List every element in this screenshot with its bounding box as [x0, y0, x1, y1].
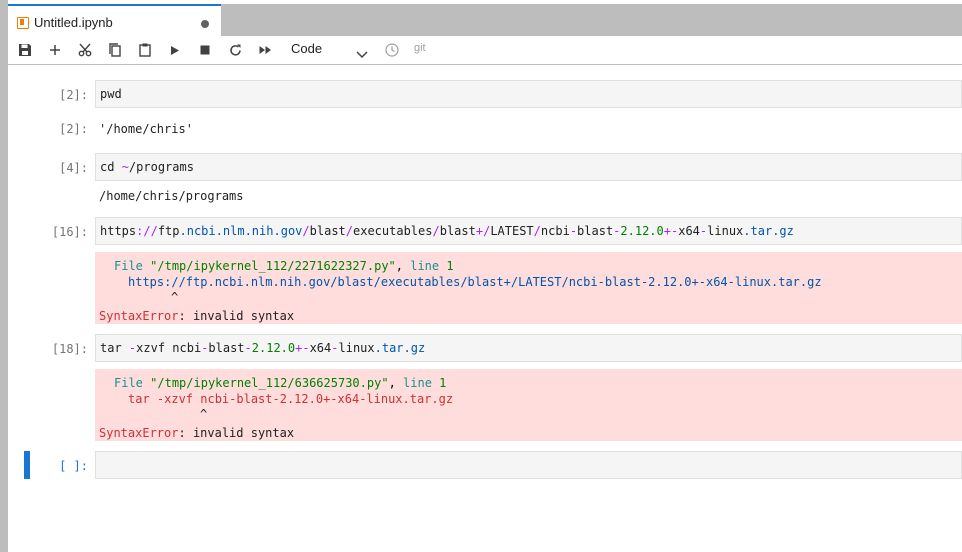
- cell-output: '/home/chris': [99, 122, 193, 136]
- tab-bar: Untitled.ipynb: [8, 4, 962, 36]
- traceback-caret: ^: [171, 290, 179, 304]
- fast-forward-icon[interactable]: [255, 40, 275, 60]
- code-text: https://ftp.ncbi.nlm.nih.gov/blast/execu…: [100, 224, 794, 238]
- code-cell-input-active[interactable]: [95, 451, 962, 479]
- stop-icon[interactable]: [195, 40, 215, 60]
- left-sidebar-strip: [0, 0, 8, 552]
- input-prompt: [18]:: [51, 342, 88, 356]
- cell-output: /home/chris/programs: [99, 189, 244, 203]
- tab-untitled-notebook[interactable]: Untitled.ipynb: [8, 4, 221, 36]
- input-prompt: [ ]:: [59, 459, 88, 473]
- traceback-code-line: tar -xzvf ncbi-blast-2.12.0+-x64-linux.t…: [128, 392, 454, 406]
- code-text: cd ~/programs: [100, 160, 194, 174]
- notebook-icon: [17, 17, 29, 29]
- error-message: SyntaxError: invalid syntax: [99, 426, 295, 440]
- code-cell-input[interactable]: tar -xzvf ncbi-blast-2.12.0+-x64-linux.t…: [95, 334, 962, 362]
- run-icon[interactable]: [165, 40, 185, 60]
- code-cell-input[interactable]: pwd: [95, 80, 962, 108]
- error-output: File "/tmp/ipykernel_112/2271622327.py",…: [95, 252, 962, 324]
- traceback-caret: ^: [200, 407, 208, 421]
- error-message: SyntaxError: invalid syntax: [99, 309, 295, 323]
- notebook-toolbar: Code git: [8, 36, 962, 65]
- code-cell-input[interactable]: cd ~/programs: [95, 153, 962, 181]
- traceback-code-line: https://ftp.ncbi.nlm.nih.gov/blast/execu…: [128, 275, 822, 289]
- code-text: pwd: [100, 87, 122, 101]
- tab-title: Untitled.ipynb: [34, 15, 113, 30]
- chevron-down-icon[interactable]: [356, 44, 368, 63]
- unsaved-indicator-icon[interactable]: [201, 20, 209, 28]
- error-output: File "/tmp/ipykernel_112/636625730.py", …: [95, 369, 962, 441]
- restart-icon[interactable]: [225, 40, 245, 60]
- code-text: tar -xzvf ncbi-blast-2.12.0+-x64-linux.t…: [100, 341, 426, 355]
- traceback-file-line: File "/tmp/ipykernel_112/636625730.py", …: [114, 376, 447, 390]
- input-prompt: [16]:: [51, 225, 88, 239]
- traceback-file-line: File "/tmp/ipykernel_112/2271622327.py",…: [114, 259, 454, 273]
- add-icon[interactable]: [45, 40, 65, 60]
- paste-icon[interactable]: [135, 40, 155, 60]
- clock-icon[interactable]: [382, 40, 402, 60]
- input-prompt: [2]:: [59, 88, 88, 102]
- copy-icon[interactable]: [105, 40, 125, 60]
- input-prompt: [4]:: [59, 161, 88, 175]
- cut-icon[interactable]: [75, 40, 95, 60]
- git-label[interactable]: git: [414, 42, 426, 54]
- cell-type-select[interactable]: Code: [291, 41, 322, 56]
- save-icon[interactable]: [15, 40, 35, 60]
- code-cell-input[interactable]: https://ftp.ncbi.nlm.nih.gov/blast/execu…: [95, 217, 962, 245]
- output-prompt: [2]:: [59, 122, 88, 136]
